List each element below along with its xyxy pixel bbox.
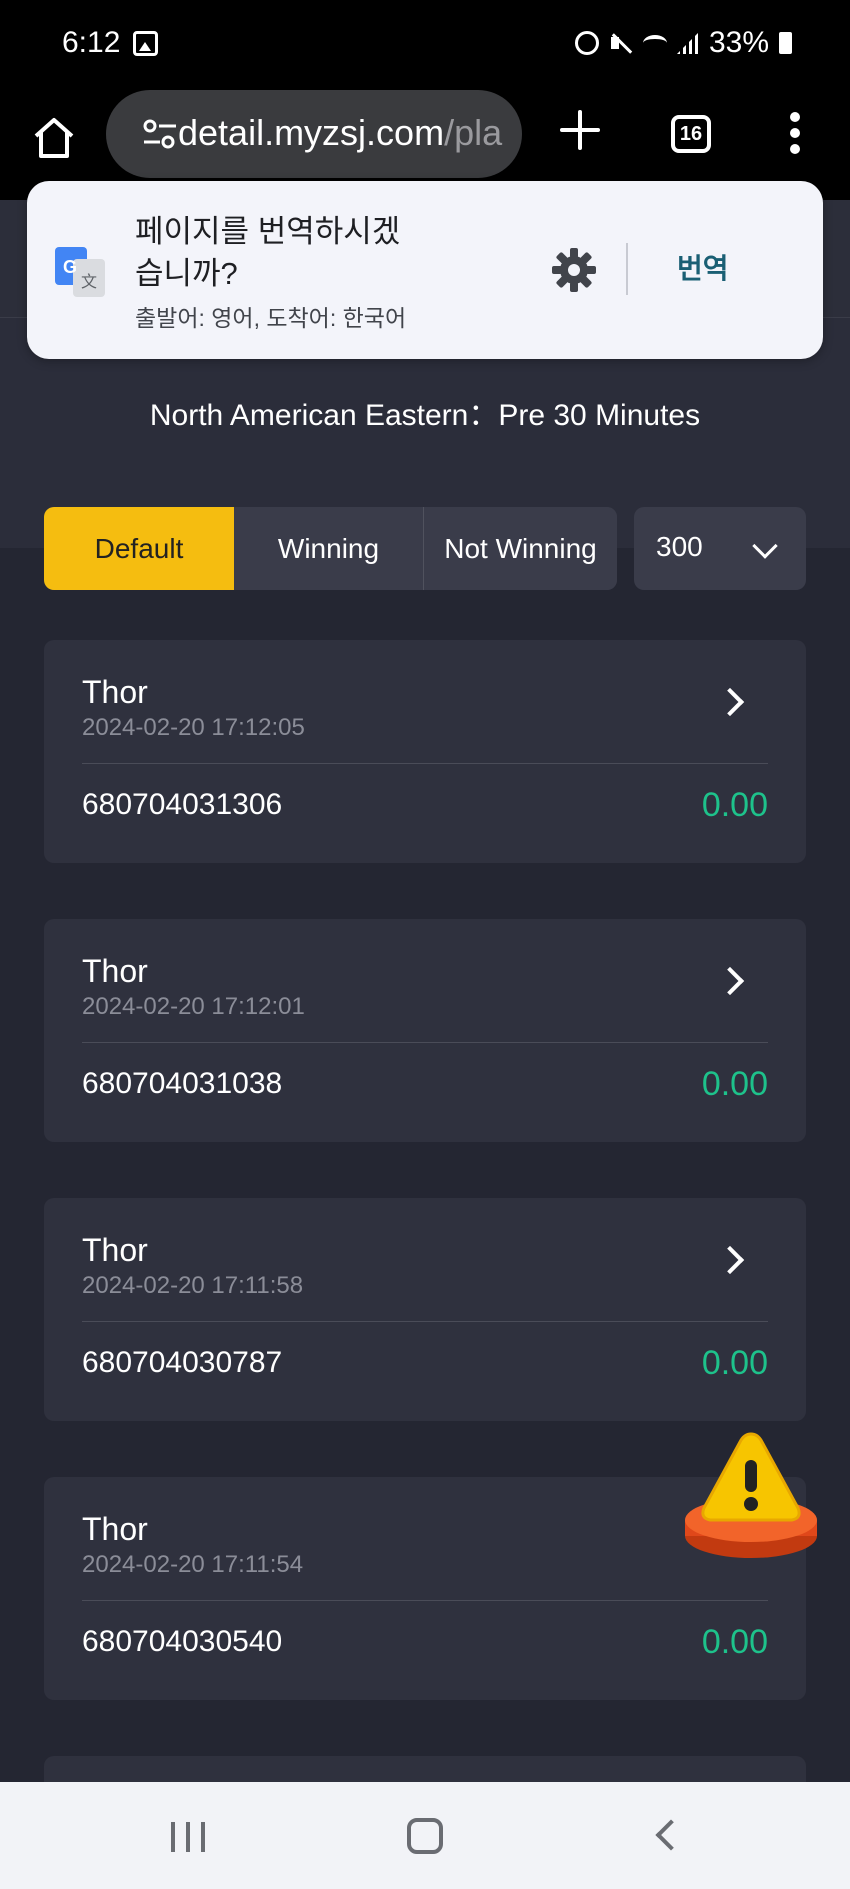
- record-divider: [82, 1600, 768, 1601]
- signal-icon: [676, 32, 699, 54]
- translate-divider: [626, 243, 628, 295]
- translate-languages: 출발어: 영어, 도착어: 한국어: [135, 305, 407, 331]
- google-translate-icon: G 文: [55, 247, 105, 297]
- record-card[interactable]: Thor 2024-02-20 17:12:01 680704031038 0.…: [44, 919, 806, 1142]
- url-path: /pla: [444, 112, 503, 153]
- record-name: Thor: [82, 674, 148, 710]
- chevron-right-icon[interactable]: [715, 1245, 745, 1275]
- record-date: 2024-02-20 17:12:05: [82, 714, 305, 741]
- record-id: 680704031306: [82, 788, 283, 821]
- chevron-down-icon: [752, 533, 778, 559]
- status-icons: 33%: [574, 26, 792, 60]
- translate-title: 페이지를 번역하시겠습니까?: [135, 214, 401, 291]
- page-title: North American Eastern：Pre 30 Minutes: [149, 399, 701, 432]
- mute-icon: [609, 31, 633, 55]
- count-select[interactable]: 300: [634, 507, 806, 590]
- new-tab-icon[interactable]: [560, 110, 600, 150]
- site-settings-icon[interactable]: [142, 118, 178, 150]
- record-divider: [82, 763, 768, 764]
- tab-not-winning[interactable]: Not Winning: [424, 507, 617, 590]
- tab-default[interactable]: Default: [44, 507, 234, 590]
- record-divider: [82, 1321, 768, 1322]
- gallery-icon: [133, 31, 158, 56]
- record-date: 2024-02-20 17:12:01: [82, 993, 305, 1020]
- battery-icon: [779, 32, 792, 54]
- address-bar[interactable]: detail.myzsj.com/pla: [106, 90, 522, 178]
- tab-switcher-button[interactable]: 16: [671, 115, 711, 153]
- record-divider: [82, 1042, 768, 1043]
- record-date: 2024-02-20 17:11:54: [82, 1551, 304, 1578]
- record-name: Thor: [82, 1511, 148, 1547]
- translate-button[interactable]: 번역: [677, 247, 729, 287]
- record-name: Thor: [82, 953, 148, 989]
- home-icon[interactable]: [30, 114, 78, 162]
- url-host: detail.myzsj.com: [178, 112, 445, 153]
- record-amount: 0.00: [701, 786, 768, 824]
- more-menu-icon[interactable]: [790, 112, 800, 154]
- url-text: detail.myzsj.com/pla: [178, 112, 502, 154]
- record-date: 2024-02-20 17:11:58: [82, 1272, 304, 1299]
- chevron-right-icon[interactable]: [715, 687, 745, 717]
- status-time: 6:12: [62, 26, 121, 59]
- system-nav-bar: [0, 1782, 850, 1889]
- status-bar: 6:12 33%: [0, 0, 850, 88]
- svg-text:文: 文: [81, 272, 97, 291]
- home-nav-icon[interactable]: [407, 1818, 443, 1854]
- svg-text:G: G: [63, 257, 77, 277]
- record-id: 680704031038: [82, 1067, 283, 1100]
- record-amount: 0.00: [701, 1344, 768, 1382]
- record-card[interactable]: Thor 2024-02-20 17:12:05 680704031306 0.…: [44, 640, 806, 863]
- count-select-value: 300: [656, 531, 703, 562]
- record-amount: 0.00: [701, 1623, 768, 1661]
- warning-icon[interactable]: [682, 1428, 820, 1564]
- record-id: 680704030787: [82, 1346, 283, 1379]
- record-name: Thor: [82, 1232, 148, 1268]
- record-id: 680704030540: [82, 1625, 283, 1658]
- back-icon[interactable]: [655, 1819, 687, 1851]
- tab-winning[interactable]: Winning: [234, 507, 424, 590]
- record-card[interactable]: Thor 2024-02-20 17:11:58 680704030787 0.…: [44, 1198, 806, 1421]
- alarm-icon: [574, 31, 599, 55]
- translate-prompt: G 文 페이지를 번역하시겠습니까? 출발어: 영어, 도착어: 한국어 번역: [27, 181, 823, 359]
- wifi-icon: [642, 35, 667, 51]
- record-amount: 0.00: [701, 1065, 768, 1103]
- chevron-right-icon[interactable]: [715, 966, 745, 996]
- recents-icon[interactable]: [171, 1822, 205, 1852]
- filter-tabs: Default Winning Not Winning: [44, 507, 617, 590]
- gear-icon[interactable]: [551, 247, 597, 293]
- battery-percent: 33%: [708, 26, 769, 59]
